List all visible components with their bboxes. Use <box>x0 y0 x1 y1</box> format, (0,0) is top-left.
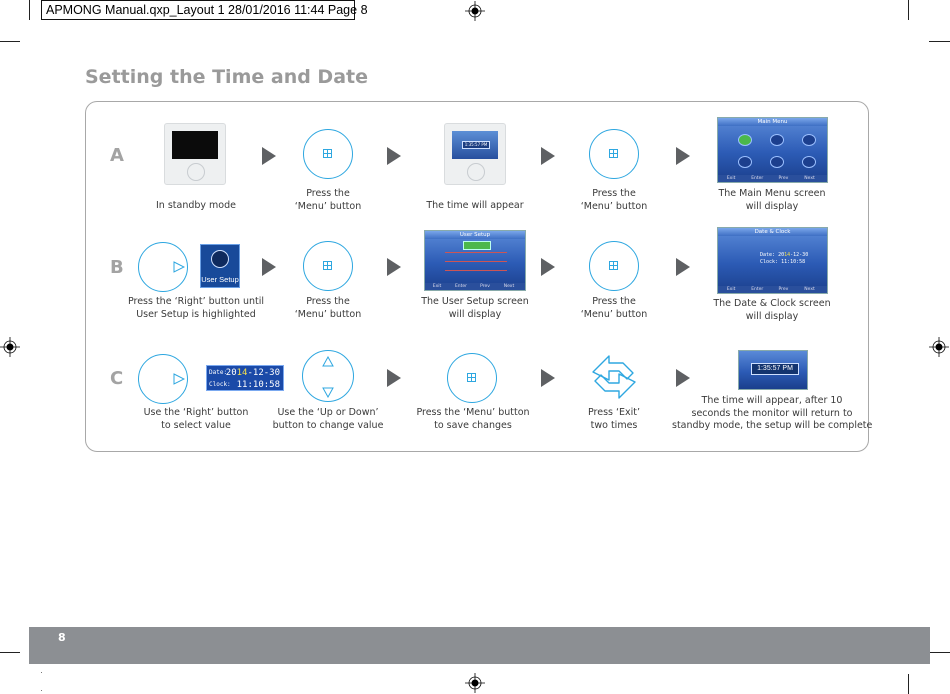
user-setup-screen-image: User Setup Exit Enter Prev Next <box>424 230 526 291</box>
main-menu-screen-image: Main Menu Exit Enter Prev Next <box>717 117 828 183</box>
menu-button-icon <box>589 129 639 179</box>
row-letter-c: C <box>110 368 124 389</box>
caption-b5: The Date & Clock screen will display <box>713 298 831 322</box>
arrow-right-icon <box>387 369 401 387</box>
row-letter-a: A <box>110 145 124 166</box>
caption-a2: Press the ‘Menu’ button <box>294 188 362 212</box>
caption-a3: The time will appear <box>426 200 524 211</box>
arrow-right-icon <box>541 369 555 387</box>
exit-button-icon <box>592 355 636 399</box>
page-title: Setting the Time and Date <box>85 66 368 88</box>
caption-c2: Use the ‘Up or Down’ button to change val… <box>272 407 384 431</box>
mark-dot <box>41 672 42 673</box>
registration-mark-icon <box>465 673 485 693</box>
menu-button-icon <box>589 241 639 291</box>
user-setup-icon: User Setup <box>200 244 240 288</box>
arrow-right-icon <box>387 258 401 276</box>
caption-a1: In standby mode <box>155 200 236 211</box>
arrow-right-icon <box>676 369 690 387</box>
arrow-right-icon <box>262 258 276 276</box>
arrow-right-icon <box>262 147 276 165</box>
caption-c1: Use the ‘Right’ button to select value <box>143 407 249 431</box>
registration-mark-icon <box>0 337 20 357</box>
caption-a5: The Main Menu screen will display <box>718 188 826 212</box>
crop-mark <box>929 652 950 653</box>
caption-b2: Press the ‘Menu’ button <box>294 296 362 320</box>
menu-button-icon <box>303 241 353 291</box>
slug-line: APMONG Manual.qxp_Layout 1 28/01/2016 11… <box>41 0 368 20</box>
right-button-icon <box>138 242 188 292</box>
registration-mark-icon <box>465 1 485 21</box>
caption-c5: The time will appear, after 10 seconds th… <box>672 395 873 431</box>
caption-a4: Press the ‘Menu’ button <box>580 188 648 212</box>
crop-mark <box>29 0 30 20</box>
crop-mark <box>0 652 20 653</box>
date-clock-screen-image: Date & Clock Date: 2014-12-30 Clock: 11:… <box>717 227 828 294</box>
caption-c4: Press ‘Exit’ two times <box>587 407 641 431</box>
caption-b1: Press the ‘Right’ button until User Setup… <box>127 296 265 320</box>
right-button-icon <box>138 354 188 404</box>
arrow-right-icon <box>541 258 555 276</box>
crop-mark <box>0 41 20 42</box>
caption-b3: The User Setup screen will display <box>421 296 529 320</box>
monitor-standby-image <box>164 123 226 185</box>
crop-mark <box>929 41 950 42</box>
monitor-time-image: 1:35:57 PM <box>444 123 506 185</box>
menu-button-icon <box>447 353 497 403</box>
arrow-right-icon <box>387 147 401 165</box>
date-clock-value-box: Date: 2014-12-30 Clock: 11:10:58 <box>206 365 284 391</box>
mark-dot <box>41 690 42 691</box>
crop-mark <box>908 674 909 694</box>
page-number: 8 <box>58 631 66 644</box>
up-down-button-icon <box>302 350 354 402</box>
arrow-right-icon <box>541 147 555 165</box>
crop-mark <box>908 0 909 20</box>
caption-c3: Press the ‘Menu’ button to save changes <box>416 407 530 431</box>
menu-button-icon <box>303 129 353 179</box>
final-time-screen-image: 1:35:57 PM <box>738 350 808 390</box>
arrow-right-icon <box>676 258 690 276</box>
arrow-right-icon <box>676 147 690 165</box>
registration-mark-icon <box>929 337 949 357</box>
footer-band <box>29 627 930 664</box>
row-letter-b: B <box>110 257 124 278</box>
caption-b4: Press the ‘Menu’ button <box>580 296 648 320</box>
